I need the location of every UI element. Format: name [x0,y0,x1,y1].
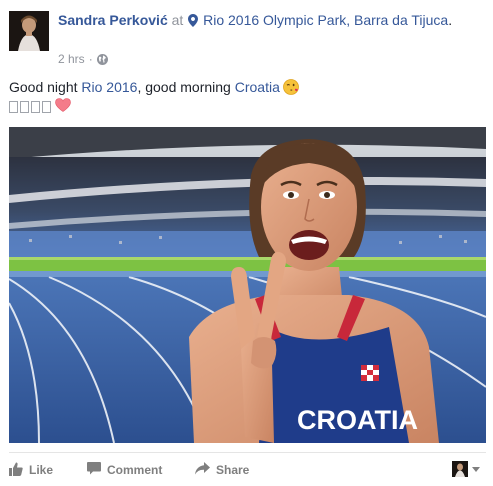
post-message-line-2 [9,97,71,117]
share-arrow-icon [195,462,210,478]
croatia-link[interactable]: Croatia [235,79,280,95]
message-part-2: , good morning [137,79,235,95]
jersey-text: CROATIA [297,405,418,435]
message-part-1: Good night [9,79,82,95]
location-suffix: . [448,12,453,28]
comment-bubble-icon [87,462,101,478]
missing-glyph-2 [20,101,29,113]
croatia-crest [361,365,379,381]
missing-glyph-4 [42,101,51,113]
author-name[interactable]: Sandra Perković [58,12,168,28]
globe-icon[interactable] [96,53,108,65]
missing-glyph-1 [9,101,18,113]
meta-separator: · [88,52,93,66]
author-avatar[interactable] [9,11,49,51]
share-label: Share [216,463,250,477]
post-actions: Like Comment Share [9,459,275,481]
heart-icon [55,97,71,117]
location-pin-icon [188,13,199,32]
post-as-selector[interactable] [452,461,480,477]
wink-kiss-emoji-icon [282,79,299,100]
comment-button[interactable]: Comment [87,462,195,478]
post-photo[interactable]: CROATIA [9,127,486,443]
mini-avatar [452,461,468,477]
like-label: Like [29,463,54,477]
chevron-down-icon [472,466,480,472]
post-meta: 2 hrs · [58,52,108,66]
post-timestamp[interactable]: 2 hrs [58,52,85,66]
action-divider [9,452,486,453]
post-header: Sandra Perković at Rio 2016 Olympic Park… [58,11,478,32]
missing-glyph-3 [31,101,40,113]
share-button[interactable]: Share [195,462,275,478]
location-link[interactable]: Rio 2016 Olympic Park, Barra da Tijuca [203,12,448,28]
comment-label: Comment [107,463,163,477]
facebook-post: Sandra Perković at Rio 2016 Olympic Park… [0,0,493,486]
like-button[interactable]: Like [9,462,87,479]
rio-2016-link[interactable]: Rio 2016 [81,79,137,95]
thumbs-up-icon [9,462,23,479]
at-word: at [171,12,184,28]
post-message: Good night Rio 2016, good morning Croati… [9,78,299,100]
